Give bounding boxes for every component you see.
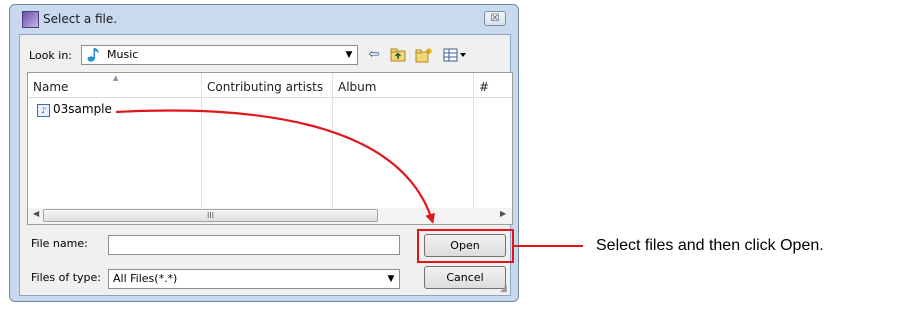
annotation-arrows	[115, 109, 583, 247]
callout-text: Select files and then click Open.	[596, 237, 824, 254]
curved-arrow	[115, 109, 435, 224]
